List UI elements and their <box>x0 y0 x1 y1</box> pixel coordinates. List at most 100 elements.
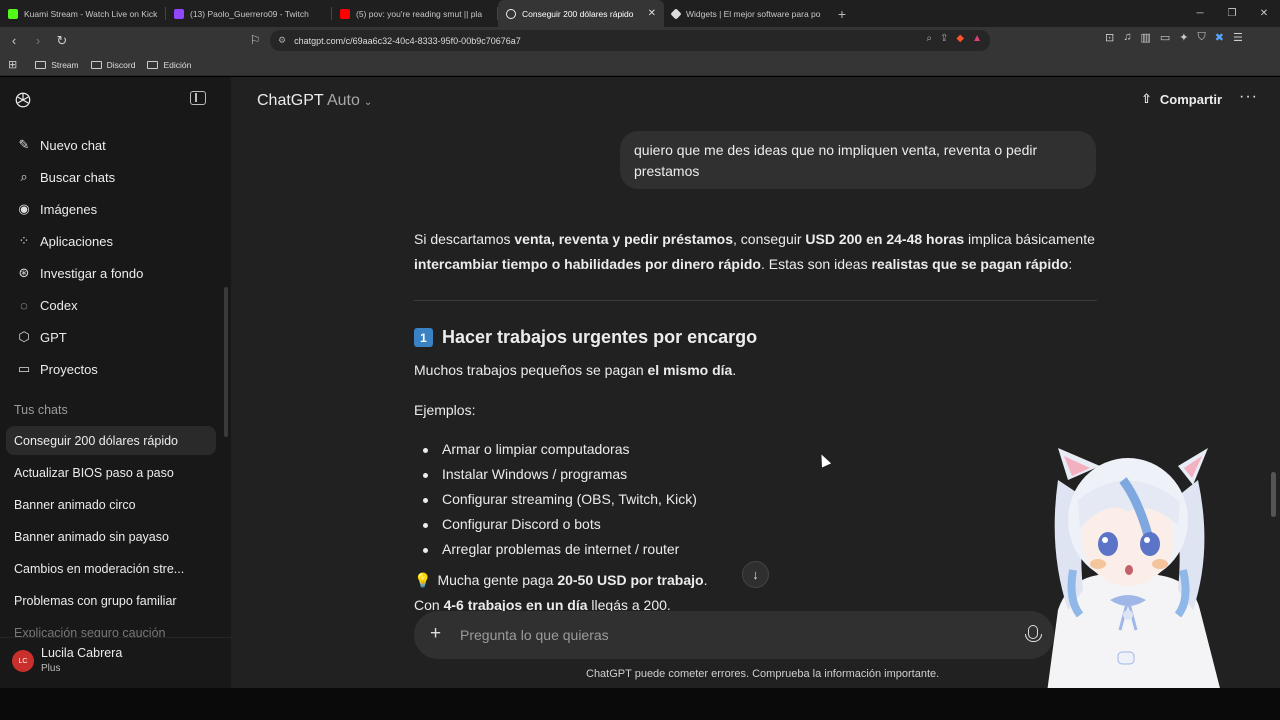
browser-tab-4[interactable]: Conseguir 200 dólares rápido ✕ <box>498 0 664 27</box>
bookmark-label: Stream <box>51 59 79 70</box>
sidebar-collapse-icon[interactable] <box>190 91 206 105</box>
model-name: ChatGPT <box>257 92 324 109</box>
assistant-message: Si descartamos venta, reventa y pedir pr… <box>414 227 1104 277</box>
url-text: chatgpt.com/c/69aa6c32-40c4-8333-95f0-00… <box>294 35 521 46</box>
restore-icon[interactable]: ❐ <box>1216 0 1248 27</box>
sidebar-item-search[interactable]: ⌕ Buscar chats <box>8 163 216 191</box>
sidebar-item-codex[interactable]: ◌ Codex <box>8 291 216 319</box>
bookmark-label: Edición <box>163 59 192 70</box>
address-bar-actions: ⌕ ⇪ ◆ ▲ <box>926 33 982 44</box>
page-scrollbar[interactable] <box>1271 472 1276 517</box>
more-options-icon[interactable]: ··· <box>1239 88 1258 106</box>
lightbulb-icon: 💡 <box>414 572 432 588</box>
widgets-favicon-icon <box>670 7 682 20</box>
section-title: Hacer trabajos urgentes por encargo <box>442 327 758 347</box>
share-page-icon[interactable]: ⇪ <box>940 33 948 44</box>
sidebar-item-label: Nuevo chat <box>40 137 106 153</box>
vpn-icon[interactable]: ⛉ <box>1198 31 1206 44</box>
list-item: Arreglar problemas de internet / router <box>422 541 680 557</box>
new-tab-button[interactable]: + <box>830 0 854 27</box>
taskbar <box>0 688 1280 720</box>
chat-item[interactable]: Banner animado sin payaso <box>6 522 216 551</box>
bookmark-discord[interactable]: Discord <box>90 59 136 70</box>
close-window-icon[interactable]: ✕ <box>1248 0 1280 27</box>
search-icon: ⌕ <box>20 169 28 184</box>
list-item: Configurar Discord o bots <box>423 516 601 532</box>
extension-icon[interactable]: ✖ <box>1215 31 1224 44</box>
sidebar-item-label: GPT <box>40 329 67 345</box>
address-bar[interactable]: ⚙ chatgpt.com/c/69aa6c32-40c4-8333-95f0-… <box>270 30 990 51</box>
brave-shield-icon[interactable]: ◆ <box>956 33 964 44</box>
chat-item[interactable]: Banner animado circo <box>6 490 216 519</box>
zoom-icon[interactable]: ⌕ <box>926 33 932 44</box>
bookmark-edicion[interactable]: Edición <box>147 60 191 70</box>
bookmark-label: Discord <box>106 59 136 70</box>
avatar: LC <box>12 650 34 672</box>
minimize-icon[interactable]: ─ <box>1184 0 1216 27</box>
user-message: quiero que me des ideas que no impliquen… <box>620 131 1096 189</box>
scroll-down-button[interactable]: ↓ <box>742 561 769 588</box>
browser-tab-1[interactable]: Kuami Stream - Watch Live on Kick <box>0 0 166 27</box>
sidebar-item-projects[interactable]: ▭ Proyectos <box>8 355 216 383</box>
tab-title: Widgets | El mejor software para po <box>686 8 821 19</box>
list-item: Configurar streaming (OBS, Twitch, Kick) <box>423 491 697 507</box>
sidebar-item-apps[interactable]: ⁘ Aplicaciones <box>8 227 216 255</box>
disclaimer-text: ChatGPT puede cometer errores. Comprueba… <box>586 668 940 680</box>
menu-icon[interactable]: ☰ <box>1233 31 1243 44</box>
folder-icon <box>35 60 47 69</box>
sidebar-item-label: Investigar a fondo <box>40 265 144 281</box>
user-profile[interactable]: LC Lucila Cabrera Plus <box>0 637 231 688</box>
forward-icon[interactable]: › <box>28 31 48 51</box>
reload-icon[interactable]: ↻ <box>52 31 72 51</box>
bookmark-icon[interactable]: ⚐ <box>248 31 262 49</box>
leo-icon[interactable]: ✦ <box>1179 31 1188 44</box>
wallet-icon[interactable]: ▭ <box>1160 31 1170 44</box>
extensions-bar: ⊡ ♫ ▥ ▭ ✦ ⛉ ✖ ☰ <box>1105 31 1243 44</box>
tab-title: Kuami Stream - Watch Live on Kick <box>24 8 158 19</box>
apps-grid-icon[interactable]: ⊞ <box>8 58 17 71</box>
screenshot-icon[interactable]: ⊡ <box>1105 31 1114 44</box>
tab-title: (5) pov: you're reading smut || pla <box>356 8 483 19</box>
browser-tab-5[interactable]: Widgets | El mejor software para po <box>664 0 830 27</box>
chat-item[interactable]: Problemas con grupo familiar <box>6 586 216 615</box>
examples-label: Ejemplos: <box>414 402 476 418</box>
openai-logo-icon[interactable] <box>14 91 32 109</box>
close-tab-icon[interactable]: ✕ <box>648 8 656 19</box>
folder-icon <box>147 60 159 69</box>
share-icon: ⇧ <box>1141 91 1152 106</box>
brave-rewards-icon[interactable]: ▲ <box>972 33 982 44</box>
sidebar-item-research[interactable]: ⊛ Investigar a fondo <box>8 259 216 287</box>
sidebar-item-new-chat[interactable]: ✎ Nuevo chat <box>8 131 216 159</box>
bookmark-stream[interactable]: Stream <box>35 59 79 70</box>
lead-paragraph: Muchos trabajos pequeños se pagan el mis… <box>414 362 737 378</box>
sidebar-toggle-icon[interactable]: ▥ <box>1140 31 1150 44</box>
composer: + <box>414 611 1054 659</box>
window-controls: ─ ❐ ✕ <box>1184 0 1280 27</box>
divider <box>414 300 1097 301</box>
model-selector[interactable]: ChatGPT Auto ⌄ <box>257 92 372 110</box>
prompt-input[interactable] <box>460 623 1000 647</box>
browser-tab-2[interactable]: (13) Paolo_Guerrero09 - Twitch <box>166 0 332 27</box>
user-name: Lucila Cabrera <box>41 646 123 660</box>
media-icon[interactable]: ♫ <box>1123 31 1131 44</box>
share-label: Compartir <box>1159 91 1223 107</box>
sidebar-item-label: Aplicaciones <box>40 233 113 249</box>
tail-paragraph: Con 4-6 trabajos en un día llegás a 200. <box>414 597 671 611</box>
attach-plus-icon[interactable]: + <box>430 623 441 645</box>
edit-icon: ✎ <box>18 137 30 152</box>
chat-item[interactable]: Cambios en moderación stre... <box>6 554 216 583</box>
sidebar-item-gpt[interactable]: ⬡ GPT <box>8 323 216 351</box>
sidebar-scrollbar[interactable] <box>224 287 228 437</box>
chat-item[interactable]: Conseguir 200 dólares rápido <box>6 426 216 455</box>
tab-title: (13) Paolo_Guerrero09 - Twitch <box>190 8 309 19</box>
list-item: Instalar Windows / programas <box>422 466 628 482</box>
chevron-down-icon: ⌄ <box>363 97 373 108</box>
back-icon[interactable]: ‹ <box>4 31 24 51</box>
site-info-icon[interactable]: ⚙ <box>278 35 286 46</box>
browser-tab-3[interactable]: (5) pov: you're reading smut || pla <box>332 0 498 27</box>
chat-item[interactable]: Actualizar BIOS paso a paso <box>6 458 216 487</box>
user-plan: Plus <box>41 663 61 674</box>
bookmarks-bar: ⊞ Stream Discord Edición <box>0 54 1280 76</box>
sidebar-item-images[interactable]: ◉ Imágenes <box>8 195 216 223</box>
share-button[interactable]: ⇧ Compartir <box>1141 91 1222 107</box>
